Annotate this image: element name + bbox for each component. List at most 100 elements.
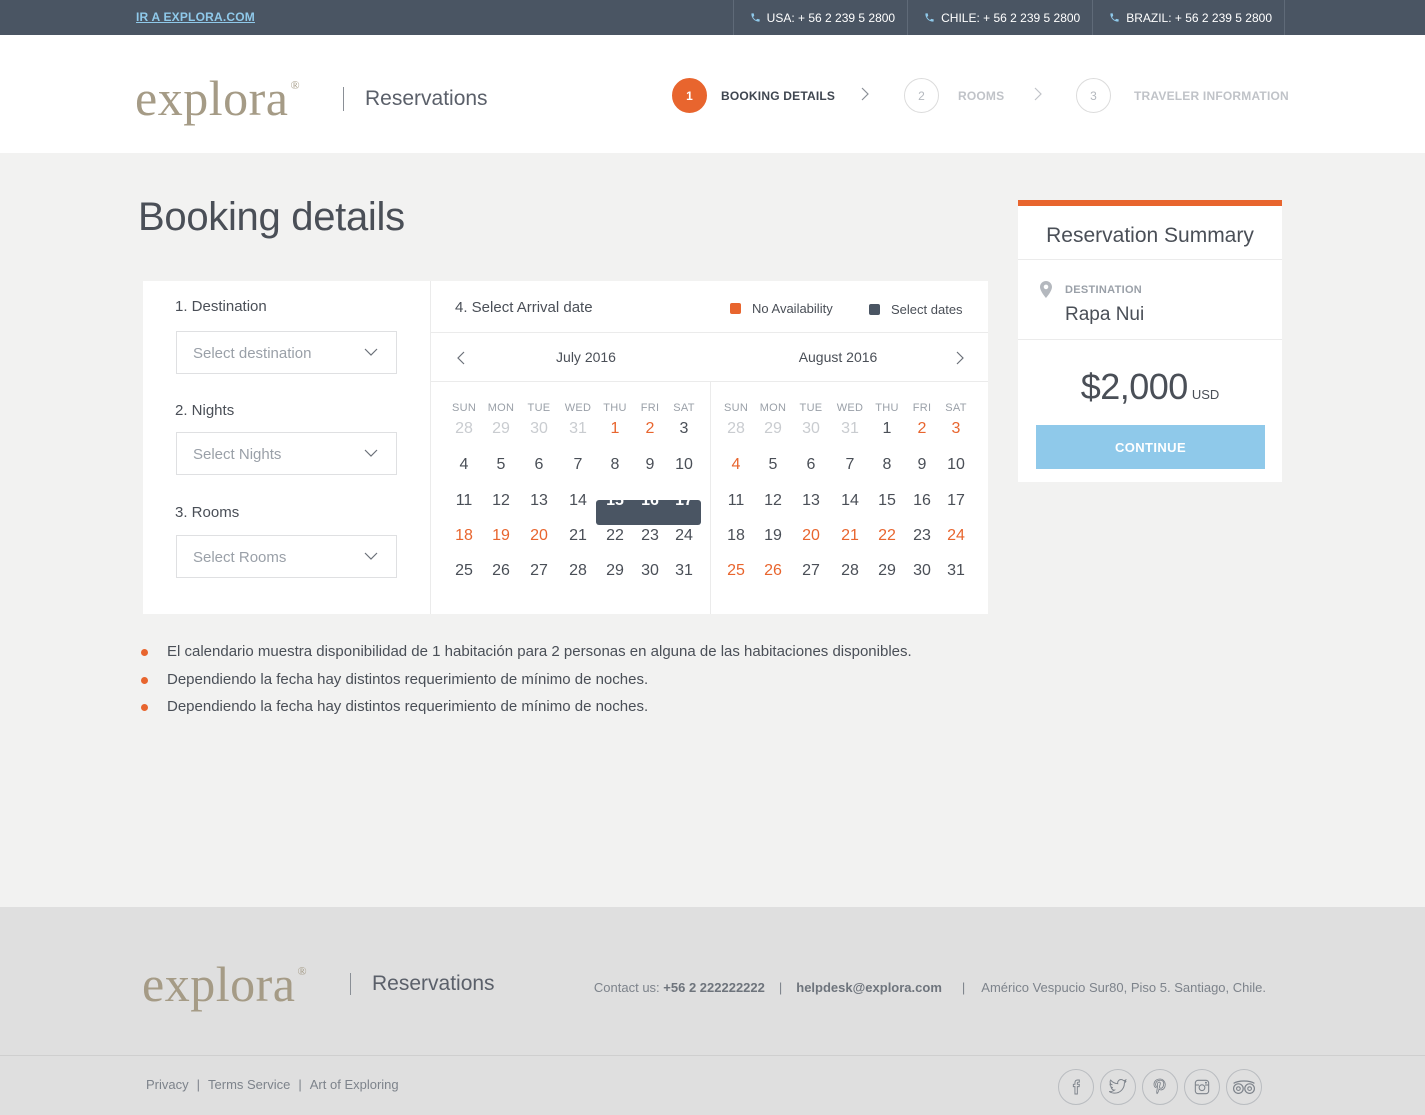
calendar-day[interactable]: 15 <box>597 489 633 513</box>
note-item: Dependiendo la fecha hay distintos reque… <box>140 698 912 726</box>
calendar-day[interactable]: 24 <box>666 524 702 548</box>
calendar-day[interactable]: 5 <box>755 453 791 477</box>
calendar-day[interactable]: 6 <box>521 453 557 477</box>
step-booking-details[interactable]: 1 BOOKING DETAILS <box>672 78 835 113</box>
calendar-day[interactable]: 16 <box>632 489 668 513</box>
calendar-day[interactable]: 8 <box>869 453 905 477</box>
privacy-link[interactable]: Privacy <box>146 1077 189 1092</box>
calendar-day[interactable]: 16 <box>904 489 940 513</box>
calendar-day[interactable]: 11 <box>446 489 482 513</box>
step-traveler-information[interactable]: 3 TRAVELER INFORMATION <box>1076 78 1289 113</box>
calendar-day: 18 <box>455 527 473 544</box>
nights-select[interactable]: Select Nights <box>176 432 397 475</box>
calendar-day[interactable]: 8 <box>597 453 633 477</box>
location-pin-icon <box>1040 281 1052 298</box>
calendar-day[interactable]: 18 <box>718 524 754 548</box>
tripadvisor-icon[interactable] <box>1226 1069 1262 1105</box>
prev-month-icon[interactable] <box>456 351 466 365</box>
chevron-down-icon <box>364 449 378 457</box>
calendar-day[interactable]: 27 <box>521 559 557 583</box>
calendar-day[interactable]: 13 <box>793 489 829 513</box>
calendar-day[interactable]: 15 <box>869 489 905 513</box>
bottom-bar: Privacy | Terms Service | Art of Exploring <box>0 1055 1425 1115</box>
terms-link[interactable]: Terms Service <box>208 1077 290 1092</box>
art-of-exploring-link[interactable]: Art of Exploring <box>310 1077 399 1092</box>
calendar-day[interactable]: 17 <box>666 489 702 513</box>
calendar-day: 21 <box>841 527 859 544</box>
facebook-icon[interactable] <box>1058 1069 1094 1105</box>
calendar-day[interactable]: 12 <box>483 489 519 513</box>
phone-icon <box>925 13 934 22</box>
calendar-day[interactable]: 3 <box>666 417 702 441</box>
bullet-dot <box>141 649 148 656</box>
destination-label: DESTINATION <box>1065 284 1143 296</box>
calendar-day[interactable]: 22 <box>597 524 633 548</box>
top-bar: IR A EXPLORA.COM USA: + 56 2 239 5 2800 … <box>0 0 1425 35</box>
explora-home-link[interactable]: IR A EXPLORA.COM <box>136 10 255 24</box>
continue-button[interactable]: CONTINUE <box>1036 425 1265 469</box>
calendar-day[interactable]: 9 <box>904 453 940 477</box>
step-label: BOOKING DETAILS <box>721 88 836 103</box>
calendar-day[interactable]: 25 <box>446 559 482 583</box>
phone-usa[interactable]: USA: + 56 2 239 5 2800 <box>732 0 907 35</box>
calendar-day[interactable]: 27 <box>793 559 829 583</box>
footer-logo[interactable]: explora ® <box>142 959 307 1009</box>
legend-no-availability: No Availability <box>730 301 833 316</box>
calendar-day: 31 <box>569 420 587 437</box>
weekday-header: WED <box>564 402 592 414</box>
calendar-day: 29 <box>764 420 782 437</box>
calendar-day[interactable]: 30 <box>632 559 668 583</box>
calendar-day[interactable]: 28 <box>560 559 596 583</box>
calendar-day[interactable]: 10 <box>666 453 702 477</box>
calendar-day[interactable]: 5 <box>483 453 519 477</box>
rooms-select[interactable]: Select Rooms <box>176 535 397 578</box>
bullet-dot <box>141 704 148 711</box>
calendar-day[interactable]: 9 <box>632 453 668 477</box>
registered-mark: ® <box>297 964 308 978</box>
phone-brazil-label: BRAZIL: + 56 2 239 5 2800 <box>1126 10 1272 25</box>
calendar-day[interactable]: 7 <box>832 453 868 477</box>
calendar-divider <box>431 332 988 333</box>
pinterest-icon[interactable] <box>1142 1069 1178 1105</box>
calendar-day[interactable]: 11 <box>718 489 754 513</box>
step-rooms[interactable]: 2 ROOMS <box>904 78 1004 113</box>
calendar-day: 25 <box>727 562 745 579</box>
calendar-day[interactable]: 26 <box>483 559 519 583</box>
calendar-day[interactable]: 17 <box>938 489 974 513</box>
calendar-day[interactable]: 30 <box>904 559 940 583</box>
divider: | <box>298 1077 302 1092</box>
calendar-day[interactable]: 19 <box>755 524 791 548</box>
step-number: 2 <box>904 78 939 113</box>
contact-phone[interactable]: +56 2 222222222 <box>663 980 765 995</box>
calendar-day[interactable]: 13 <box>521 489 557 513</box>
calendar-day[interactable]: 21 <box>560 524 596 548</box>
calendar-day[interactable]: 6 <box>793 453 829 477</box>
calendar-day[interactable]: 12 <box>755 489 791 513</box>
step-number: 1 <box>672 78 707 113</box>
calendar-day[interactable]: 29 <box>869 559 905 583</box>
contact-email[interactable]: helpdesk@explora.com <box>796 980 942 995</box>
phone-brazil[interactable]: BRAZIL: + 56 2 239 5 2800 <box>1092 0 1285 35</box>
calendar-day[interactable]: 23 <box>632 524 668 548</box>
next-month-icon[interactable] <box>955 351 965 365</box>
calendar-day[interactable]: 7 <box>560 453 596 477</box>
phone-chile[interactable]: CHILE: + 56 2 239 5 2800 <box>907 0 1092 35</box>
calendar-day[interactable]: 31 <box>666 559 702 583</box>
calendar-day[interactable]: 14 <box>560 489 596 513</box>
calendar-day[interactable]: 29 <box>597 559 633 583</box>
nights-label: 2. Nights <box>175 402 235 419</box>
calendar-day[interactable]: 23 <box>904 524 940 548</box>
calendar-day[interactable]: 14 <box>832 489 868 513</box>
calendar-day: 2 <box>917 420 927 437</box>
calendar-day[interactable]: 10 <box>938 453 974 477</box>
calendar-day[interactable]: 31 <box>938 559 974 583</box>
twitter-icon[interactable] <box>1100 1069 1136 1105</box>
calendar-day[interactable]: 1 <box>869 417 905 441</box>
calendar-day[interactable]: 28 <box>832 559 868 583</box>
legend-select-dates: Select dates <box>869 302 963 317</box>
header: explora ® Reservations 1 BOOKING DETAILS … <box>0 35 1425 153</box>
destination-select[interactable]: Select destination <box>176 331 397 374</box>
calendar-day[interactable]: 4 <box>446 453 482 477</box>
explora-logo[interactable]: explora ® <box>135 73 300 123</box>
instagram-icon[interactable] <box>1184 1069 1220 1105</box>
